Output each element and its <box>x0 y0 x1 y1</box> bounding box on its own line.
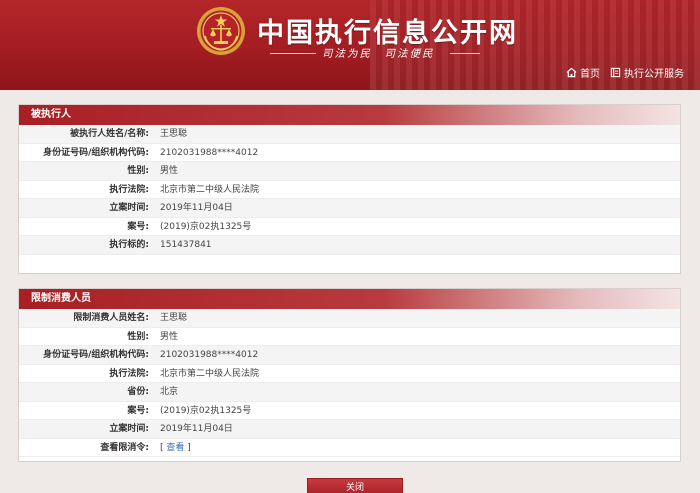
info-row: 执行法院: 北京市第二中级人民法院 <box>19 365 680 383</box>
panel-title-executed-person: 被执行人 <box>19 105 680 125</box>
info-row: 执行法院: 北京市第二中级人民法院 <box>19 181 680 199</box>
info-row: 案号: (2019)京02执1325号 <box>19 402 680 420</box>
row-label: 执行法院: <box>109 184 149 195</box>
row-label: 身份证号码/组织机构代码: <box>43 147 149 158</box>
row-label: 性别: <box>127 331 149 342</box>
info-row: 性别: 男性 <box>19 328 680 346</box>
info-row: 身份证号码/组织机构代码: 2102031988****4012 <box>19 144 680 162</box>
row-label: 执行标的: <box>109 240 149 250</box>
site-title: 中国执行信息公开网 <box>257 18 518 49</box>
row-value: [ 查看 ] <box>153 439 191 457</box>
info-row: 限制消费人员姓名: 王思聪 <box>19 309 680 328</box>
row-value: (2019)京02执1325号 <box>160 221 252 232</box>
panel-title-consumption-restricted: 限制消费人员 <box>19 289 680 309</box>
row-label: 立案时间: <box>109 424 149 434</box>
row-value: (2019)京02执1325号 <box>160 405 252 416</box>
row-value: 王思聪 <box>160 313 188 323</box>
row-value: 王思聪 <box>160 129 188 139</box>
info-row: 省份: 北京 <box>19 383 680 402</box>
row-value: 北京 <box>160 387 179 397</box>
book-icon <box>610 67 621 77</box>
info-row: 立案时间: 2019年11月04日 <box>19 199 680 218</box>
slogan-left-line <box>270 53 316 54</box>
panel-executed-person: 被执行人 被执行人姓名/名称: 王思聪 身份证号码/组织机构代码: 21020319… <box>18 104 681 274</box>
consumption-restricted-rows: 限制消费人员姓名: 王思聪 性别: 男性 身份证号码/组织机构代码: 21020319… <box>19 309 680 457</box>
row-label: 查看限消令: <box>100 442 149 453</box>
info-row-restriction-order: 查看限消令: [ 查看 ] <box>19 439 680 457</box>
row-value: 2019年11月04日 <box>160 424 233 434</box>
nav-home-link[interactable]: 首页 <box>566 65 600 80</box>
row-value: 2102031988****4012 <box>160 147 259 158</box>
row-label: 案号: <box>127 221 149 232</box>
slogan: 司法为民 司法便民 <box>270 46 480 62</box>
row-label: 性别: <box>127 166 149 176</box>
slogan-right-line <box>450 53 480 54</box>
row-value: 151437841 <box>160 240 212 250</box>
row-label: 限制消费人员姓名: <box>73 313 149 323</box>
info-row: 立案时间: 2019年11月04日 <box>19 420 680 439</box>
info-row: 身份证号码/组织机构代码: 2102031988****4012 <box>19 346 680 365</box>
info-row: 被执行人姓名/名称: 王思聪 <box>19 125 680 144</box>
info-row: 案号: (2019)京02执1325号 <box>19 218 680 236</box>
slogan-text: 司法为民 司法便民 <box>322 48 435 60</box>
row-label: 立案时间: <box>109 203 149 213</box>
row-label: 案号: <box>127 405 149 416</box>
row-label: 被执行人姓名/名称: <box>70 129 149 139</box>
row-value: 2019年11月04日 <box>160 203 233 213</box>
close-button[interactable]: 关闭 <box>307 478 403 493</box>
nav-service-label: 执行公开服务 <box>624 68 684 80</box>
home-icon <box>566 67 577 77</box>
executed-person-rows: 被执行人姓名/名称: 王思聪 身份证号码/组织机构代码: 2102031988***… <box>19 125 680 255</box>
row-label: 身份证号码/组织机构代码: <box>43 350 149 360</box>
nav-service-link[interactable]: 执行公开服务 <box>610 65 684 80</box>
row-value: 北京市第二中级人民法院 <box>160 184 260 195</box>
view-restriction-order-link[interactable]: 查看 <box>166 443 184 453</box>
panel-consumption-restricted: 限制消费人员 限制消费人员姓名: 王思聪 性别: 男性 身份证号码/组织机构代码: 2… <box>18 288 681 462</box>
info-row: 性别: 男性 <box>19 162 680 181</box>
top-nav: 首页 执行公开服务 <box>566 64 684 80</box>
bracket-close: ] <box>184 442 191 453</box>
site-header: 中国执行信息公开网 司法为民 司法便民 首页 执行公开服务 <box>0 0 700 90</box>
nav-home-label: 首页 <box>580 68 600 80</box>
row-value: 男性 <box>160 331 179 342</box>
court-emblem-icon <box>197 7 245 55</box>
row-value: 北京市第二中级人民法院 <box>160 368 260 379</box>
row-value: 2102031988****4012 <box>160 350 259 360</box>
info-row: 执行标的: 151437841 <box>19 236 680 255</box>
row-label: 执行法院: <box>109 368 149 379</box>
row-value: 男性 <box>160 166 179 176</box>
row-label: 省份: <box>127 387 149 397</box>
